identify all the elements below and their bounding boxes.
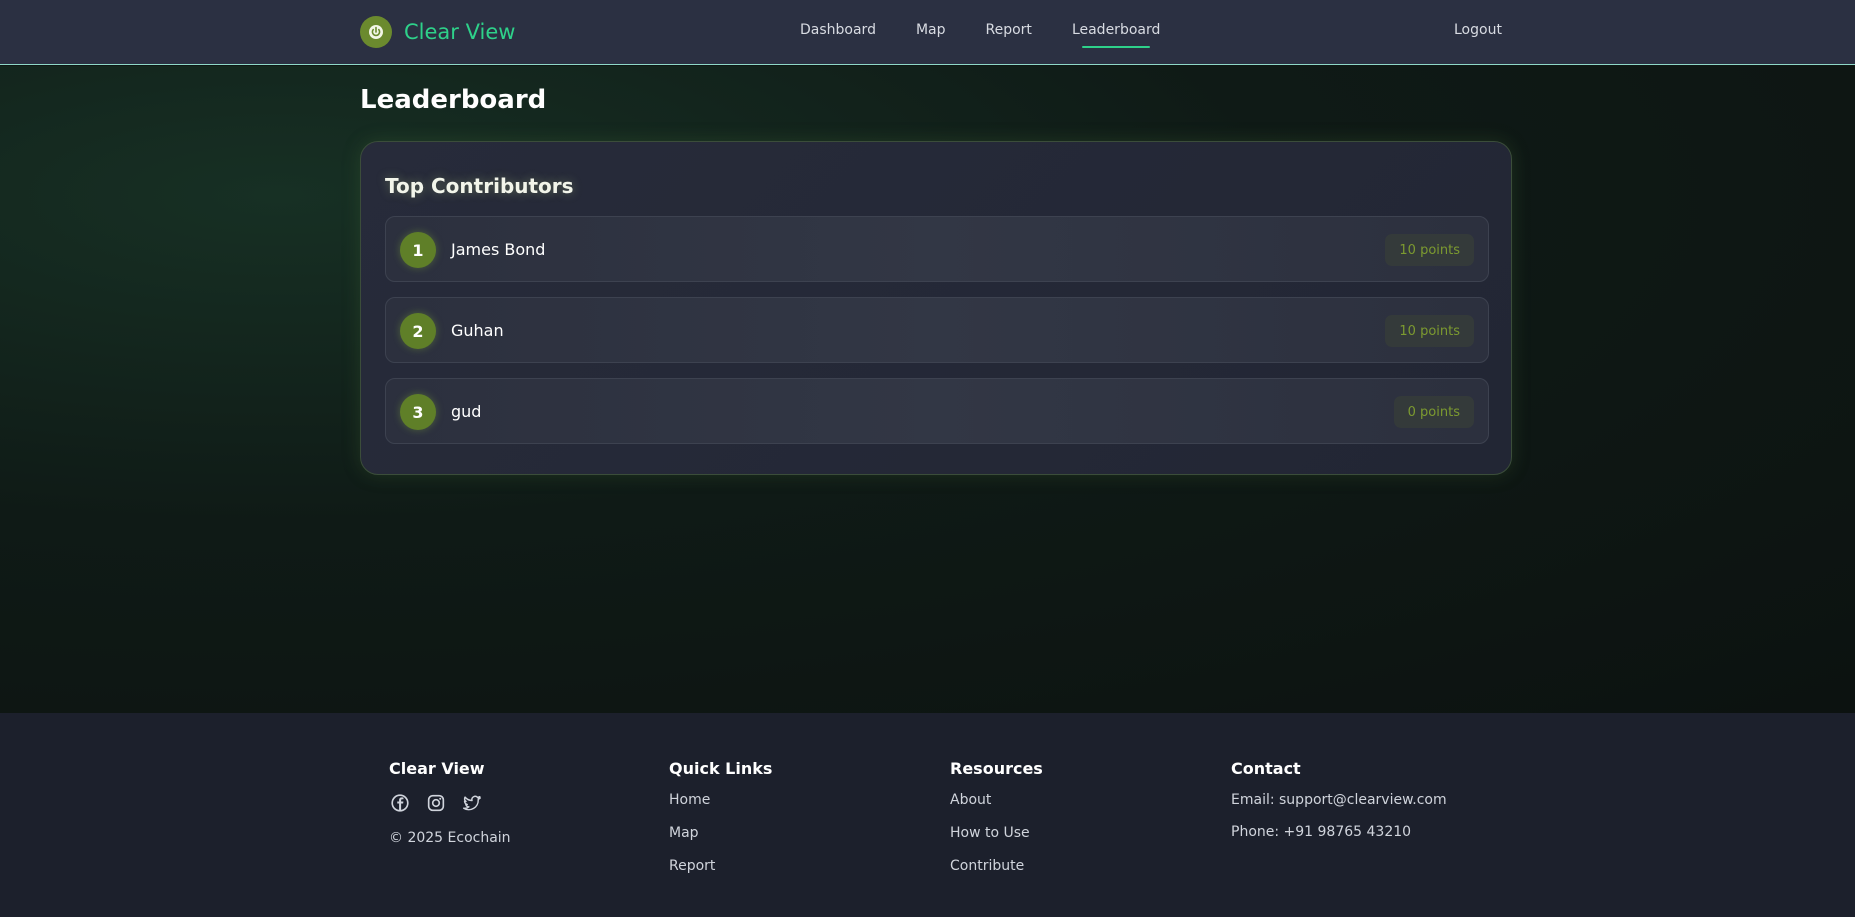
- footer-brand-column: Clear View © 2025 Ecochain: [389, 759, 511, 846]
- main-content: Leaderboard Top Contributors 1 James Bon…: [0, 66, 1855, 713]
- instagram-icon[interactable]: [425, 792, 447, 814]
- contact-title: Contact: [1231, 759, 1301, 778]
- footer-brand-title: Clear View: [389, 759, 485, 778]
- rank-badge: 3: [400, 394, 436, 430]
- page-title: Leaderboard: [360, 85, 547, 115]
- nav-link-map[interactable]: Map: [916, 22, 946, 44]
- footer-link-how-to-use[interactable]: How to Use: [950, 825, 1043, 841]
- contact-email[interactable]: Email: support@clearview.com: [1231, 792, 1447, 808]
- nav-link-report[interactable]: Report: [986, 22, 1032, 44]
- contributor-name: Guhan: [451, 321, 504, 340]
- nav-links: Dashboard Map Report Leaderboard: [800, 22, 1200, 48]
- social-links: [389, 792, 511, 814]
- points-badge: 10 points: [1385, 234, 1474, 266]
- footer-link-contribute[interactable]: Contribute: [950, 858, 1043, 874]
- twitter-icon[interactable]: [461, 792, 483, 814]
- leaderboard-row[interactable]: 3 gud 0 points: [385, 378, 1489, 444]
- contributor-name: James Bond: [451, 240, 546, 259]
- contact-column: Contact Email: support@clearview.com Pho…: [1231, 759, 1447, 856]
- logout-button[interactable]: Logout: [1454, 22, 1502, 38]
- rank-badge: 1: [400, 232, 436, 268]
- copyright-text: © 2025 Ecochain: [389, 830, 511, 846]
- leaderboard-list: 1 James Bond 10 points 2 Guhan 10 points…: [385, 216, 1489, 459]
- quick-links-column: Quick Links Home Map Report: [669, 759, 772, 891]
- power-icon: [360, 16, 392, 48]
- card-title: Top Contributors: [385, 174, 574, 198]
- resources-column: Resources About How to Use Contribute: [950, 759, 1043, 891]
- leaderboard-row[interactable]: 2 Guhan 10 points: [385, 297, 1489, 363]
- brand[interactable]: Clear View: [360, 16, 515, 48]
- nav-link-leaderboard[interactable]: Leaderboard: [1072, 22, 1160, 48]
- contributor-name: gud: [451, 402, 482, 421]
- resources-title: Resources: [950, 759, 1043, 778]
- navbar: Clear View Dashboard Map Report Leaderbo…: [0, 0, 1855, 65]
- footer-link-home[interactable]: Home: [669, 792, 772, 808]
- points-badge: 0 points: [1393, 396, 1474, 428]
- contact-phone: Phone: +91 98765 43210: [1231, 824, 1412, 840]
- quick-links-title: Quick Links: [669, 759, 773, 778]
- points-badge: 10 points: [1385, 315, 1474, 347]
- rank-badge: 2: [400, 313, 436, 349]
- leaderboard-row[interactable]: 1 James Bond 10 points: [385, 216, 1489, 282]
- brand-name: Clear View: [404, 20, 516, 44]
- footer: Clear View © 2025 Ecochain Quick Links H…: [0, 713, 1855, 917]
- nav-link-dashboard[interactable]: Dashboard: [800, 22, 876, 44]
- footer-link-report[interactable]: Report: [669, 858, 772, 874]
- footer-link-map[interactable]: Map: [669, 825, 772, 841]
- facebook-icon[interactable]: [389, 792, 411, 814]
- leaderboard-card: Top Contributors 1 James Bond 10 points …: [360, 141, 1512, 475]
- footer-link-about[interactable]: About: [950, 792, 1043, 808]
